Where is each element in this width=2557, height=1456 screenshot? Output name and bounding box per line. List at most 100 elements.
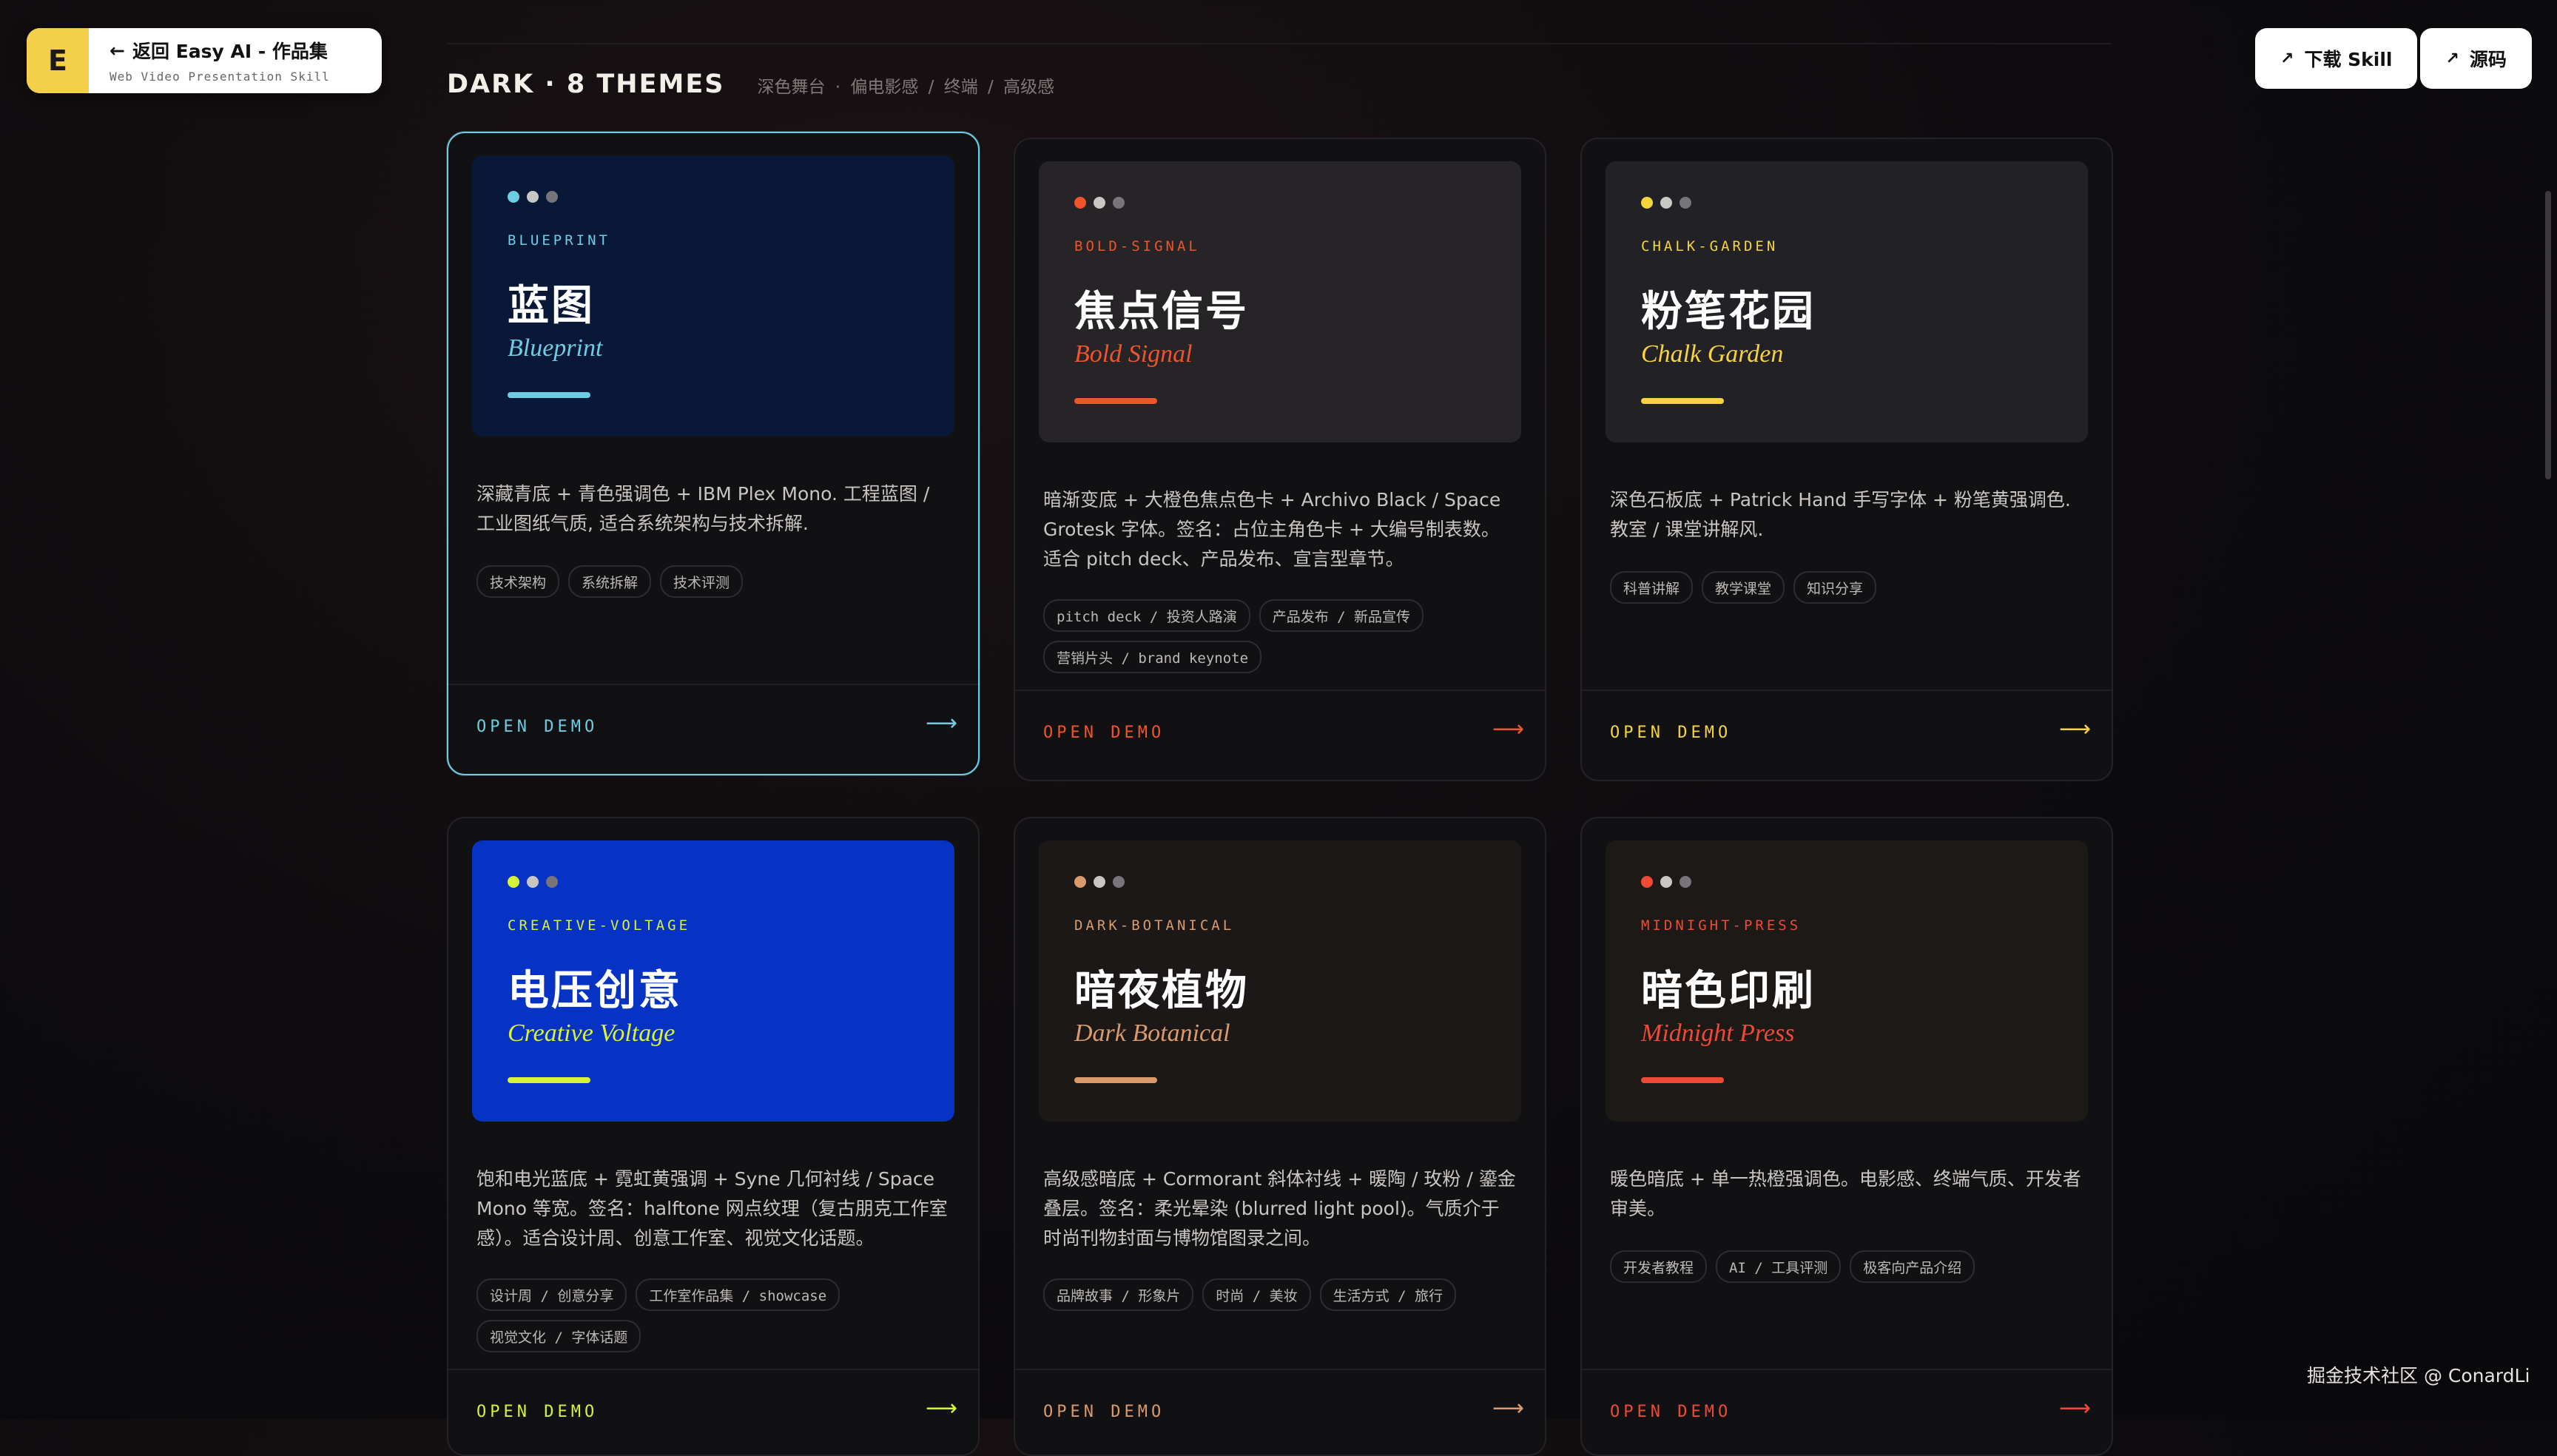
tag: 极客向产品介绍	[1850, 1250, 1975, 1283]
arrow-right-icon[interactable]: ⟶	[2059, 716, 2091, 742]
theme-card-chalk-garden[interactable]: CHALK-GARDEN 粉笔花园 Chalk Garden 深色石板底 + P…	[1580, 138, 2113, 781]
card-divider	[448, 684, 978, 685]
theme-card-dark-botanical[interactable]: DARK-BOTANICAL 暗夜植物 Dark Botanical 高级感暗底…	[1014, 817, 1546, 1456]
theme-description: 深藏青底 + 青色强调色 + IBM Plex Mono. 工程蓝图 / 工业图…	[476, 483, 930, 534]
tag: pitch deck / 投资人路演	[1043, 599, 1250, 632]
theme-name-zh: 粉笔花园	[1641, 287, 1816, 336]
theme-code: CHALK-GARDEN	[1641, 238, 1779, 255]
external-link-icon: ↗	[2445, 49, 2459, 68]
theme-preview: BOLD-SIGNAL 焦点信号 Bold Signal	[1039, 161, 1521, 442]
tag: 系统拆解	[568, 565, 652, 598]
card-divider	[1582, 690, 2112, 691]
tag: 开发者教程	[1610, 1250, 1708, 1283]
tag: 生活方式 / 旅行	[1319, 1278, 1456, 1311]
tag: 设计周 / 创意分享	[476, 1278, 627, 1311]
theme-card-blueprint[interactable]: BLUEPRINT 蓝图 Blueprint 深藏青底 + 青色强调色 + IB…	[447, 132, 980, 775]
window-dots	[508, 876, 558, 888]
open-demo-link[interactable]: OPEN DEMO	[1610, 724, 1731, 742]
tag-list: 技术架构 系统拆解 技术评测	[476, 565, 950, 598]
download-skill-label: 下载 Skill	[2304, 49, 2393, 70]
source-code-button[interactable]: ↗ 源码	[2420, 28, 2532, 89]
theme-code: BLUEPRINT	[508, 232, 610, 249]
arrow-right-icon[interactable]: ⟶	[926, 710, 957, 736]
theme-code: DARK-BOTANICAL	[1074, 917, 1235, 934]
tag: 科普讲解	[1610, 571, 1694, 604]
theme-preview: MIDNIGHT-PRESS 暗色印刷 Midnight Press	[1606, 840, 2088, 1122]
window-dots	[1074, 197, 1125, 209]
back-subtitle: Web Video Presentation Skill	[110, 70, 330, 84]
theme-description: 深色石板底 + Patrick Hand 手写字体 + 粉笔黄强调色. 教室 /…	[1610, 489, 2071, 540]
tag: 产品发布 / 新品宣传	[1259, 599, 1424, 632]
theme-card-creative-voltage[interactable]: CREATIVE-VOLTAGE 电压创意 Creative Voltage 饱…	[447, 817, 980, 1456]
tag-list: 科普讲解 教学课堂 知识分享	[1610, 571, 2083, 604]
theme-name-zh: 电压创意	[508, 966, 682, 1015]
accent-bar	[1641, 398, 1724, 404]
watermark: 掘金技术社区 @ ConardLi	[2307, 1365, 2530, 1386]
open-demo-link[interactable]: OPEN DEMO	[476, 1403, 598, 1421]
tag: 技术评测	[660, 565, 744, 598]
section-title: DARK · 8 THEMES	[447, 70, 725, 99]
theme-description: 高级感暗底 + Cormorant 斜体衬线 + 暖陶 / 玫粉 / 鎏金叠层。…	[1043, 1168, 1516, 1249]
theme-name-zh: 蓝图	[508, 281, 595, 330]
window-dots	[508, 191, 558, 203]
tag-list: 设计周 / 创意分享 工作室作品集 / showcase 视觉文化 / 字体话题	[476, 1278, 950, 1352]
accent-bar	[1074, 1077, 1157, 1083]
theme-name-en: Blueprint	[508, 334, 603, 362]
back-to-portfolio-button[interactable]: E ← 返回 Easy AI - 作品集 Web Video Presentat…	[27, 28, 382, 93]
tag: 视觉文化 / 字体话题	[476, 1320, 641, 1352]
theme-name-en: Chalk Garden	[1641, 340, 1784, 368]
open-demo-link[interactable]: OPEN DEMO	[1043, 724, 1165, 742]
open-demo-link[interactable]: OPEN DEMO	[476, 718, 598, 736]
theme-name-en: Dark Botanical	[1074, 1019, 1230, 1047]
window-dots	[1641, 876, 1691, 888]
download-skill-button[interactable]: ↗ 下载 Skill	[2255, 28, 2418, 89]
theme-name-zh: 焦点信号	[1074, 287, 1249, 336]
theme-preview: CREATIVE-VOLTAGE 电压创意 Creative Voltage	[472, 840, 954, 1122]
scrollbar[interactable]	[2545, 191, 2551, 479]
easy-ai-logo: E	[27, 28, 89, 93]
open-demo-link[interactable]: OPEN DEMO	[1043, 1403, 1165, 1421]
card-divider	[1015, 690, 1545, 691]
arrow-right-icon[interactable]: ⟶	[1492, 1395, 1524, 1421]
theme-preview: BLUEPRINT 蓝图 Blueprint	[472, 155, 954, 437]
arrow-right-icon[interactable]: ⟶	[2059, 1395, 2091, 1421]
theme-description: 暖色暗底 + 单一热橙强调色。电影感、终端气质、开发者审美。	[1610, 1168, 2081, 1219]
tag-list: 开发者教程 AI / 工具评测 极客向产品介绍	[1610, 1250, 2083, 1283]
accent-bar	[1074, 398, 1157, 404]
card-divider	[1015, 1369, 1545, 1370]
section-subtitle: 深色舞台 · 偏电影感 / 终端 / 高级感	[757, 78, 1055, 97]
theme-name-en: Bold Signal	[1074, 340, 1193, 368]
theme-preview: CHALK-GARDEN 粉笔花园 Chalk Garden	[1606, 161, 2088, 442]
tag: 教学课堂	[1702, 571, 1785, 604]
theme-code: CREATIVE-VOLTAGE	[508, 917, 691, 934]
window-dots	[1641, 197, 1691, 209]
open-demo-link[interactable]: OPEN DEMO	[1610, 1403, 1731, 1421]
arrow-right-icon[interactable]: ⟶	[1492, 716, 1524, 742]
tag: 营销片头 / brand keynote	[1043, 641, 1262, 673]
tag: 技术架构	[476, 565, 560, 598]
theme-description: 暗渐变底 + 大橙色焦点色卡 + Archivo Black / Space G…	[1043, 489, 1501, 570]
tag-list: 品牌故事 / 形象片 时尚 / 美妆 生活方式 / 旅行	[1043, 1278, 1517, 1311]
theme-code: BOLD-SIGNAL	[1074, 238, 1200, 255]
theme-card-bold-signal[interactable]: BOLD-SIGNAL 焦点信号 Bold Signal 暗渐变底 + 大橙色焦…	[1014, 138, 1546, 781]
theme-card-midnight-press[interactable]: MIDNIGHT-PRESS 暗色印刷 Midnight Press 暖色暗底 …	[1580, 817, 2113, 1456]
accent-bar	[508, 1077, 590, 1083]
tag-list: pitch deck / 投资人路演 产品发布 / 新品宣传 营销片头 / br…	[1043, 599, 1517, 673]
theme-code: MIDNIGHT-PRESS	[1641, 917, 1802, 934]
card-divider	[1582, 1369, 2112, 1370]
tag: 时尚 / 美妆	[1202, 1278, 1311, 1311]
tag: 工作室作品集 / showcase	[636, 1278, 840, 1311]
source-code-label: 源码	[2469, 49, 2507, 70]
theme-name-en: Creative Voltage	[508, 1019, 676, 1047]
tag: 品牌故事 / 形象片	[1043, 1278, 1194, 1311]
top-divider	[447, 43, 2112, 44]
back-title: 返回 Easy AI - 作品集	[132, 41, 328, 62]
external-link-icon: ↗	[2280, 49, 2294, 68]
card-divider	[448, 1369, 978, 1370]
theme-name-zh: 暗夜植物	[1074, 966, 1249, 1015]
theme-preview: DARK-BOTANICAL 暗夜植物 Dark Botanical	[1039, 840, 1521, 1122]
theme-name-en: Midnight Press	[1641, 1019, 1795, 1047]
arrow-right-icon[interactable]: ⟶	[926, 1395, 957, 1421]
window-dots	[1074, 876, 1125, 888]
accent-bar	[508, 392, 590, 398]
